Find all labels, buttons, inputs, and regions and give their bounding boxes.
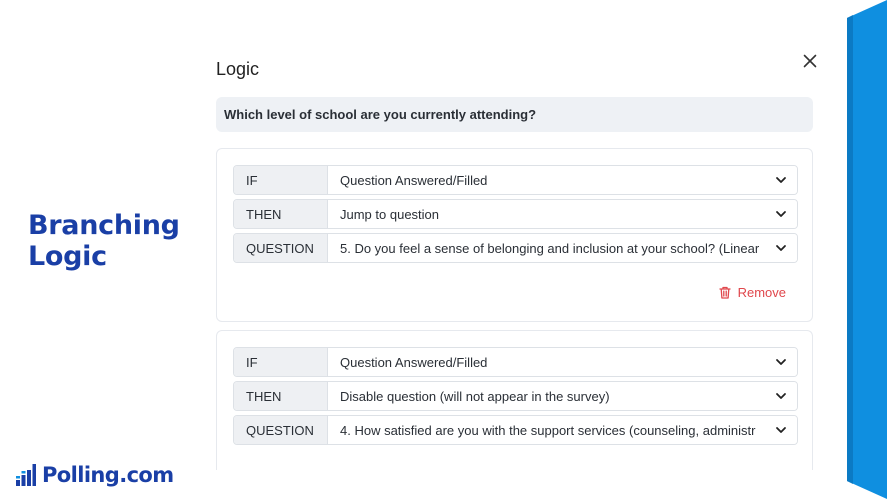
branching-logic-line-1: Branching (28, 210, 180, 241)
then-select[interactable]: Disable question (will not appear in the… (328, 382, 797, 410)
logic-rule-card: IF Question Answered/Filled THEN Disable… (216, 330, 813, 470)
then-value: Disable question (will not appear in the… (340, 388, 610, 404)
if-label: IF (234, 166, 328, 194)
if-value: Question Answered/Filled (340, 354, 488, 370)
then-value: Jump to question (340, 206, 440, 222)
chevron-down-icon (776, 211, 786, 217)
chevron-down-icon (776, 393, 786, 399)
logic-rule-card: IF Question Answered/Filled THEN Jump to… (216, 148, 813, 322)
question-value: 4. How satisfied are you with the suppor… (340, 422, 756, 438)
trash-icon (718, 286, 731, 299)
chevron-down-icon (776, 359, 786, 365)
if-row: IF Question Answered/Filled (233, 347, 798, 377)
bar-chart-logo-icon (16, 464, 36, 486)
remove-rule-button[interactable]: Remove (718, 282, 786, 302)
if-select[interactable]: Question Answered/Filled (328, 348, 797, 376)
question-label: QUESTION (234, 234, 328, 262)
question-header: Which level of school are you currently … (216, 97, 813, 132)
question-label: QUESTION (234, 416, 328, 444)
then-select[interactable]: Jump to question (328, 200, 797, 228)
brand-name: Polling.com (42, 463, 174, 487)
if-value: Question Answered/Filled (340, 172, 488, 188)
then-label: THEN (234, 382, 328, 410)
chevron-down-icon (776, 427, 786, 433)
brand-logo: Polling.com (16, 461, 174, 489)
branching-logic-heading: Branching Logic (28, 210, 180, 272)
remove-label: Remove (737, 284, 786, 300)
chevron-down-icon (776, 177, 786, 183)
chevron-down-icon (776, 245, 786, 251)
close-button[interactable] (800, 51, 820, 71)
then-row: THEN Jump to question (233, 199, 798, 229)
question-row: QUESTION 4. How satisfied are you with t… (233, 415, 798, 445)
if-label: IF (234, 348, 328, 376)
question-select[interactable]: 4. How satisfied are you with the suppor… (328, 416, 797, 444)
close-icon (803, 54, 817, 68)
then-label: THEN (234, 200, 328, 228)
question-text: Which level of school are you currently … (224, 107, 537, 122)
modal-title: Logic (216, 59, 260, 79)
question-row: QUESTION 5. Do you feel a sense of belon… (233, 233, 798, 263)
if-row: IF Question Answered/Filled (233, 165, 798, 195)
if-select[interactable]: Question Answered/Filled (328, 166, 797, 194)
decorative-ribbon (847, 0, 887, 499)
question-value: 5. Do you feel a sense of belonging and … (340, 240, 760, 256)
then-row: THEN Disable question (will not appear i… (233, 381, 798, 411)
branching-logic-line-2: Logic (28, 241, 107, 272)
question-select[interactable]: 5. Do you feel a sense of belonging and … (328, 234, 797, 262)
